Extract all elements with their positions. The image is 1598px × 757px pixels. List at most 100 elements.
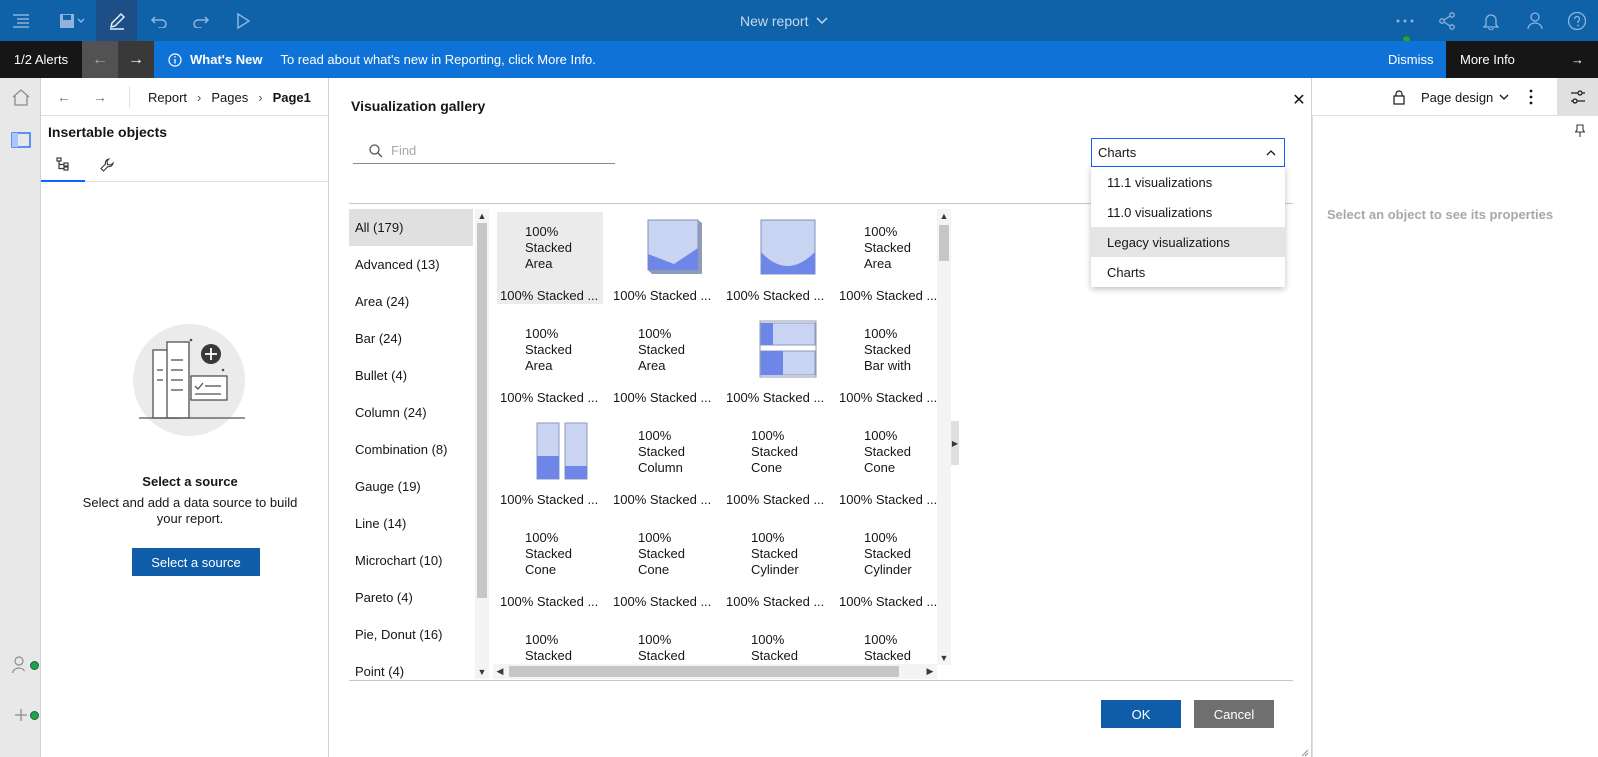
breadcrumb-page1[interactable]: Page1	[273, 90, 311, 105]
scroll-down-icon[interactable]: ▼	[937, 651, 951, 665]
category-item[interactable]: Gauge (19)	[349, 468, 473, 505]
visualization-tile[interactable]: 100%Stacked100% Stacked ...	[610, 620, 716, 664]
category-item[interactable]: Pareto (4)	[349, 579, 473, 616]
tile-thumbnail-line: Stacked	[638, 342, 685, 357]
home-icon[interactable]	[0, 78, 41, 116]
properties-panel: Select an object to see its properties	[1312, 116, 1598, 757]
user-icon[interactable]	[1514, 0, 1555, 41]
chevron-down-icon	[1499, 94, 1509, 100]
visualization-tile[interactable]: 100% Stacked ...	[497, 416, 603, 508]
more-info-button[interactable]: More Info →	[1446, 41, 1598, 78]
visualization-tile[interactable]: 100% Stacked Area 100% Stacked ...	[497, 212, 603, 304]
scroll-right-icon[interactable]: ▶	[923, 664, 937, 679]
scroll-thumb[interactable]	[939, 225, 949, 261]
tile-thumbnail-line: 100%	[638, 326, 672, 341]
scroll-down-icon[interactable]: ▼	[475, 665, 489, 679]
grid-vertical-scrollbar[interactable]: ▲ ▼	[937, 209, 951, 665]
lock-icon[interactable]	[1393, 78, 1405, 116]
category-item[interactable]: Pie, Donut (16)	[349, 616, 473, 653]
category-item[interactable]: All (179)	[349, 209, 473, 246]
visualization-tile[interactable]: 100%Stacked100% Stacked ...	[497, 620, 603, 664]
back-icon[interactable]: ←	[57, 78, 71, 116]
visualization-type-select[interactable]: Charts	[1091, 138, 1285, 167]
dismiss-button[interactable]: Dismiss	[1388, 41, 1434, 78]
visualization-tile[interactable]: 100%Stacked100% Stacked ...	[836, 620, 937, 664]
preview-collapse-handle[interactable]: ▶	[951, 421, 959, 465]
scroll-up-icon[interactable]: ▲	[475, 209, 489, 223]
cancel-button[interactable]: Cancel	[1194, 700, 1274, 728]
category-item[interactable]: Column (24)	[349, 394, 473, 431]
play-icon[interactable]	[222, 0, 263, 41]
resize-handle-icon[interactable]	[1301, 745, 1309, 757]
scroll-left-icon[interactable]: ◀	[493, 664, 507, 679]
category-item[interactable]: Advanced (13)	[349, 246, 473, 283]
option-11-0[interactable]: 11.0 visualizations	[1091, 197, 1285, 227]
scroll-thumb[interactable]	[509, 666, 899, 677]
tab-data-tree[interactable]	[41, 148, 85, 182]
visualization-tile[interactable]: 100% Stacked Cylinder 100% Stacked ...	[836, 518, 937, 610]
chevron-up-icon	[1266, 150, 1276, 156]
search-icon	[369, 143, 383, 157]
select-source-button[interactable]: Select a source	[132, 548, 260, 576]
visualization-tile[interactable]: 100% Stacked Cone 100% Stacked ...	[497, 518, 603, 610]
visualization-tile[interactable]: 100% Stacked ...	[723, 314, 829, 406]
save-icon[interactable]	[48, 0, 96, 41]
tile-thumbnail-text: 100% Stacked	[638, 632, 708, 664]
tile-thumbnail-line: 100%	[864, 530, 898, 545]
grid-horizontal-scrollbar[interactable]: ◀ ▶	[493, 664, 937, 679]
scroll-up-icon[interactable]: ▲	[937, 209, 951, 223]
breadcrumb-report[interactable]: Report	[148, 90, 187, 105]
breadcrumb-pages[interactable]: Pages	[211, 90, 248, 105]
share-icon[interactable]	[1426, 0, 1467, 41]
properties-toggle-icon[interactable]	[1557, 78, 1598, 116]
overflow-menu-icon[interactable]	[1529, 78, 1533, 116]
visualization-tile[interactable]: 100% Stacked Cone 100% Stacked ...	[610, 518, 716, 610]
visualization-tile[interactable]: 100% Stacked Bar with 100% Stacked ...	[836, 314, 937, 406]
alert-next-button[interactable]: →	[118, 41, 154, 78]
tile-thumbnail-line: 100%	[864, 632, 898, 647]
tile-caption: 100% Stacked ...	[500, 390, 599, 405]
alert-count: 1/2 Alerts	[0, 41, 82, 78]
category-item[interactable]: Microchart (10)	[349, 542, 473, 579]
category-item[interactable]: Bullet (4)	[349, 357, 473, 394]
redo-icon[interactable]	[180, 0, 221, 41]
category-item[interactable]: Point (4)	[349, 653, 473, 679]
report-title[interactable]: New report	[740, 0, 828, 41]
page-design-dropdown[interactable]: Page design	[1421, 78, 1509, 116]
scroll-thumb[interactable]	[477, 223, 487, 598]
option-11-1[interactable]: 11.1 visualizations	[1091, 167, 1285, 197]
visualization-tile[interactable]: 100% Stacked ...	[610, 212, 716, 304]
category-item[interactable]: Bar (24)	[349, 320, 473, 357]
find-input[interactable]	[391, 143, 601, 158]
undo-icon[interactable]	[138, 0, 179, 41]
category-item[interactable]: Line (14)	[349, 505, 473, 542]
pin-icon[interactable]	[1574, 124, 1586, 141]
option-charts[interactable]: Charts	[1091, 257, 1285, 287]
help-icon[interactable]	[1556, 0, 1597, 41]
tree-icon	[56, 157, 69, 171]
close-icon[interactable]: ✕	[1287, 88, 1311, 112]
tab-toolbox[interactable]	[85, 148, 129, 182]
category-scrollbar[interactable]: ▲ ▼	[475, 209, 489, 679]
tile-caption: 100% Stacked ...	[839, 594, 937, 609]
panel-toggle-icon[interactable]	[0, 122, 41, 158]
visualization-tile[interactable]: 100% Stacked Area 100% Stacked ...	[497, 314, 603, 406]
visualization-tile[interactable]: 100% Stacked ...	[723, 212, 829, 304]
bell-icon[interactable]	[1470, 0, 1511, 41]
visualization-tile[interactable]: 100% Stacked Column 100% Stacked ...	[610, 416, 716, 508]
option-legacy[interactable]: Legacy visualizations	[1091, 227, 1285, 257]
visualization-tile[interactable]: 100%Stacked100% Stacked ...	[723, 620, 829, 664]
visualization-tile[interactable]: 100% Stacked Cylinder 100% Stacked ...	[723, 518, 829, 610]
category-item[interactable]: Combination (8)	[349, 431, 473, 468]
tile-thumbnail-line: 100%	[525, 224, 559, 239]
visualization-tile[interactable]: 100% Stacked Cone 100% Stacked ...	[723, 416, 829, 508]
forward-icon[interactable]: →	[93, 78, 107, 116]
ok-button[interactable]: OK	[1101, 700, 1181, 728]
visualization-tile[interactable]: 100% Stacked Cone 100% Stacked ...	[836, 416, 937, 508]
category-item[interactable]: Area (24)	[349, 283, 473, 320]
edit-icon[interactable]	[96, 0, 137, 41]
visualization-tile[interactable]: 100% Stacked Area 100% Stacked ...	[610, 314, 716, 406]
visualization-tile[interactable]: 100% Stacked Area 100% Stacked ...	[836, 212, 937, 304]
alert-prev-button[interactable]: ←	[82, 41, 118, 78]
menu-icon[interactable]	[0, 0, 41, 41]
